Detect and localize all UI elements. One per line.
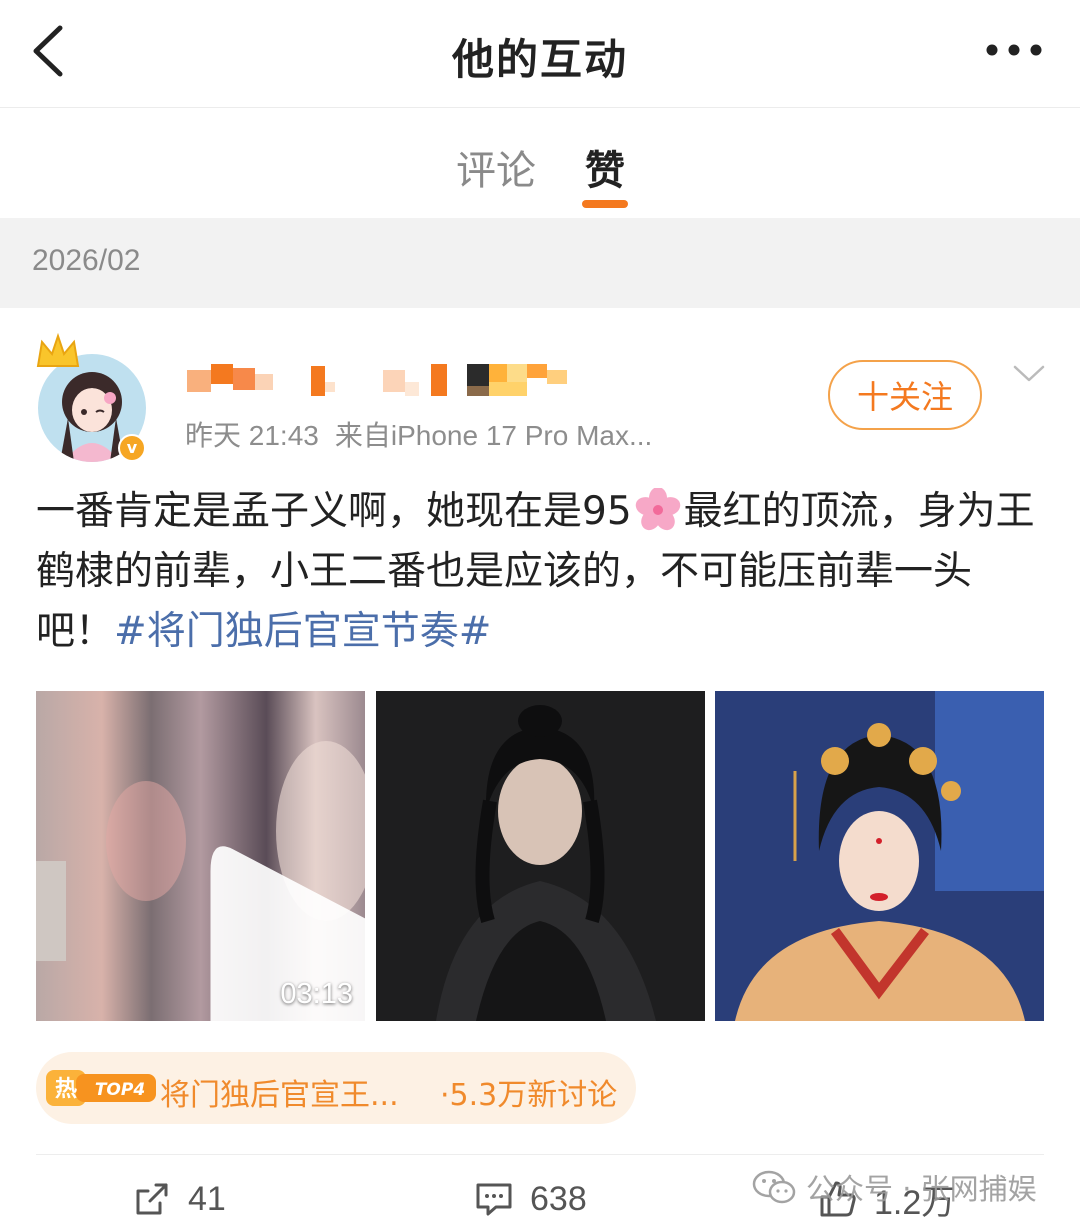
cherry-blossom-icon xyxy=(635,487,680,531)
more-dots-icon[interactable] xyxy=(984,38,1044,62)
follow-button[interactable]: 十关注 xyxy=(828,360,982,430)
share-button[interactable]: 41 xyxy=(132,1176,226,1222)
follow-button-label: 十关注 xyxy=(856,378,953,416)
image-thumbnail[interactable] xyxy=(715,691,1044,1021)
tab-comments[interactable]: 评论 xyxy=(456,138,536,196)
chevron-down-icon[interactable] xyxy=(1012,364,1046,384)
svg-text:热: 热 xyxy=(55,1076,77,1102)
top-nav-bar: 他的互动 xyxy=(0,0,1080,108)
date-group-header: 2026/02 xyxy=(0,218,1080,308)
comment-icon xyxy=(476,1183,512,1216)
post-source: 来自iPhone 17 Pro Max... xyxy=(334,420,653,451)
crown-icon xyxy=(36,332,80,367)
share-count: 41 xyxy=(188,1179,226,1218)
post-text-part: 一番肯定是孟子义啊，她现在是95 xyxy=(36,489,632,534)
post-time: 昨天 21:43 xyxy=(185,420,319,451)
username-mosaic[interactable] xyxy=(185,360,585,400)
avatar-container[interactable]: v xyxy=(34,332,154,462)
divider xyxy=(36,1154,1044,1155)
hot-topic-title: 将门独后官宣王... xyxy=(160,1078,399,1113)
verified-badge-icon: v xyxy=(118,434,146,462)
wechat-icon xyxy=(752,1170,796,1204)
post-meta: 昨天 21:43 来自iPhone 17 Pro Max... xyxy=(185,414,652,454)
hot-topic-bar[interactable]: 热 TOP4 将门独后官宣王... ·5.3万新讨论 xyxy=(36,1052,636,1124)
watermark: 公众号 · 张网捕娱 xyxy=(752,1166,1037,1208)
hashtag-link[interactable]: #将门独后官宣节奏# xyxy=(114,609,491,654)
hot-rank-badge-icon: 热 TOP4 xyxy=(46,1070,156,1106)
tab-likes[interactable]: 赞 xyxy=(585,138,625,196)
comment-count: 638 xyxy=(530,1179,587,1218)
post-body: 一番肯定是孟子义啊，她现在是95 最红的顶流，身为王鹤棣的前辈，小王二番也是应该… xyxy=(36,482,1046,662)
page-title: 他的互动 xyxy=(451,35,628,84)
video-duration: 03:13 xyxy=(280,978,353,1010)
share-icon xyxy=(136,1183,168,1215)
svg-text:TOP4: TOP4 xyxy=(95,1080,145,1100)
post-card[interactable]: v 昨天 21:43 来自iPhone 17 Pro Max... 十关注 一番肯… xyxy=(0,308,1080,1228)
watermark-text: 公众号 · 张网捕娱 xyxy=(806,1172,1037,1206)
comment-button[interactable]: 638 xyxy=(474,1176,587,1222)
image-thumbnail[interactable] xyxy=(376,691,705,1021)
interaction-tabs: 评论 赞 xyxy=(0,108,1080,218)
video-thumbnail[interactable]: 03:13 xyxy=(36,691,365,1021)
active-tab-indicator xyxy=(582,200,628,208)
date-group-label: 2026/02 xyxy=(32,244,141,277)
hot-topic-discussion-count: ·5.3万新讨论 xyxy=(440,1078,618,1113)
media-grid: 03:13 xyxy=(36,691,1044,1021)
